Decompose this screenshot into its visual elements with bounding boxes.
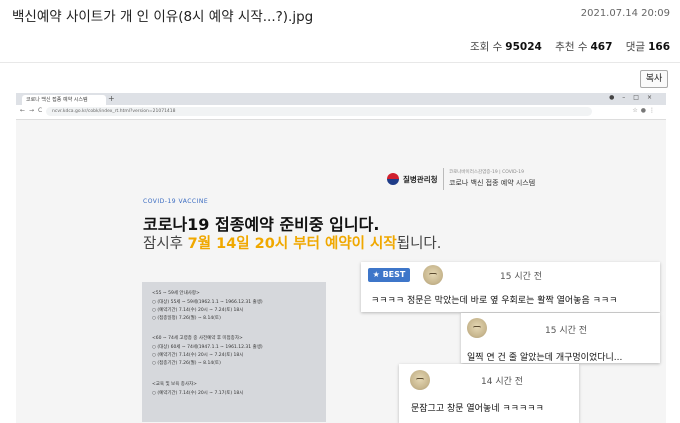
org-name: 질병관리청 bbox=[403, 175, 438, 184]
info-line: ○ (예약기간) 7.14(수) 20시 ~ 7.24(토) 18시 bbox=[152, 353, 244, 358]
info-line: ○ (대상) 60세 ~ 74세(1947.1.1 ~ 1961.12.31 출… bbox=[152, 345, 263, 350]
info-line: ○ (접종기간) 7.26(월) ~ 8.14(토) bbox=[152, 361, 221, 366]
post-stats: 조회 수 95024 추천 수 467 댓글 166 bbox=[470, 39, 670, 54]
avatar-icon[interactable] bbox=[467, 318, 487, 338]
browser-tab[interactable]: 코로나 백신 접종 예약 시스템 bbox=[22, 95, 106, 105]
browser-addressbar: ←→C ncvr.kdca.go.kr/cobk/index_rt.html?v… bbox=[16, 105, 666, 120]
post-title: 백신예약 사이트가 개 인 이유(8시 예약 시작...?).jpg bbox=[12, 9, 314, 25]
likes-label: 추천 수 bbox=[555, 41, 588, 53]
comment-time: 15 시간 전 bbox=[545, 326, 588, 336]
comment-text: ㅋㅋㅋㅋ 정문은 막았는데 바로 옆 우회로는 활짝 열어놓음 ㅋㅋㅋ bbox=[371, 296, 618, 306]
info-line: ○ (예약기간) 7.14(수) 20시 ~ 7.17(토) 18시 bbox=[152, 391, 244, 396]
info-box: <55 ~ 59세 안내사항> ○ (대상) 55세 ~ 59세(1962.1.… bbox=[142, 282, 326, 422]
comment-time: 15 시간 전 bbox=[500, 272, 543, 282]
comment: 15 시간 전 일찍 연 건 줄 알았는데 개구멍이었다니... bbox=[461, 313, 660, 363]
info-line: <60 ~ 74세 고령층 중 사전예약 후 미접종자> bbox=[152, 336, 243, 341]
page-subline: 잠시후 7월 14일 20시 부터 예약이 시작됩니다. bbox=[143, 232, 441, 253]
info-line: ○ (접종일정) 7.26(월) ~ 8.14(토) bbox=[152, 316, 221, 321]
views-label: 조회 수 bbox=[469, 41, 503, 53]
post-date: 2021.07.14 20:09 bbox=[580, 8, 670, 19]
subline-pre: 잠시후 bbox=[143, 236, 188, 252]
window-controls-icon[interactable]: ●–□× bbox=[609, 94, 660, 101]
covid-label: COVID-19 VACCINE bbox=[143, 198, 209, 205]
info-line: <55 ~ 59세 안내사항> bbox=[152, 291, 200, 296]
views-count: 95024 bbox=[505, 41, 542, 53]
comment-best: ★ BEST 15 시간 전 ㅋㅋㅋㅋ 정문은 막았는데 바로 옆 우회로는 활… bbox=[361, 262, 660, 312]
org-divider bbox=[443, 168, 444, 190]
info-line: ○ (대상) 55세 ~ 59세(1962.1.1 ~ 1966.12.31 출… bbox=[152, 300, 263, 305]
navigation-arrows-icon[interactable]: ←→C bbox=[20, 107, 46, 114]
comments-count: 166 bbox=[648, 41, 670, 53]
subline-post: 됩니다. bbox=[396, 236, 442, 252]
extensions-icon[interactable]: ☆●⋮ bbox=[632, 107, 658, 114]
divider bbox=[0, 62, 680, 63]
comment: 14 시간 전 문잠그고 창문 열어놓네 ㅋㅋㅋㅋㅋ bbox=[399, 364, 579, 423]
copy-button[interactable]: 복사 bbox=[640, 70, 668, 88]
kdca-emblem-icon bbox=[387, 173, 399, 185]
info-line: ○ (예약기간) 7.14(수) 20시 ~ 7.24(토) 18시 bbox=[152, 308, 244, 313]
comment-time: 14 시간 전 bbox=[481, 377, 524, 387]
comment-text: 문잠그고 창문 열어놓네 ㅋㅋㅋㅋㅋ bbox=[411, 404, 544, 414]
subline-highlight: 7월 14일 20시 부터 예약이 시작 bbox=[187, 236, 397, 252]
org-subtitle: 코로나바이러스감염증-19 | COVID-19 bbox=[449, 170, 524, 175]
new-tab-icon[interactable]: + bbox=[108, 94, 115, 103]
browser-tabbar: 코로나 백신 접종 예약 시스템 + ●–□× bbox=[16, 93, 666, 105]
likes-count: 467 bbox=[590, 41, 613, 53]
system-name: 코로나 백신 접종 예약 시스템 bbox=[449, 179, 536, 187]
info-line: <교육 및 보육 종사자> bbox=[152, 382, 197, 387]
avatar-icon[interactable] bbox=[423, 265, 443, 285]
url-field[interactable]: ncvr.kdca.go.kr/cobk/index_rt.html?versi… bbox=[46, 107, 592, 116]
comments-label: 댓글 bbox=[625, 41, 646, 53]
best-badge: ★ BEST bbox=[368, 268, 410, 282]
avatar-icon[interactable] bbox=[410, 370, 430, 390]
comment-text: 일찍 연 건 줄 알았는데 개구멍이었다니... bbox=[467, 353, 623, 363]
